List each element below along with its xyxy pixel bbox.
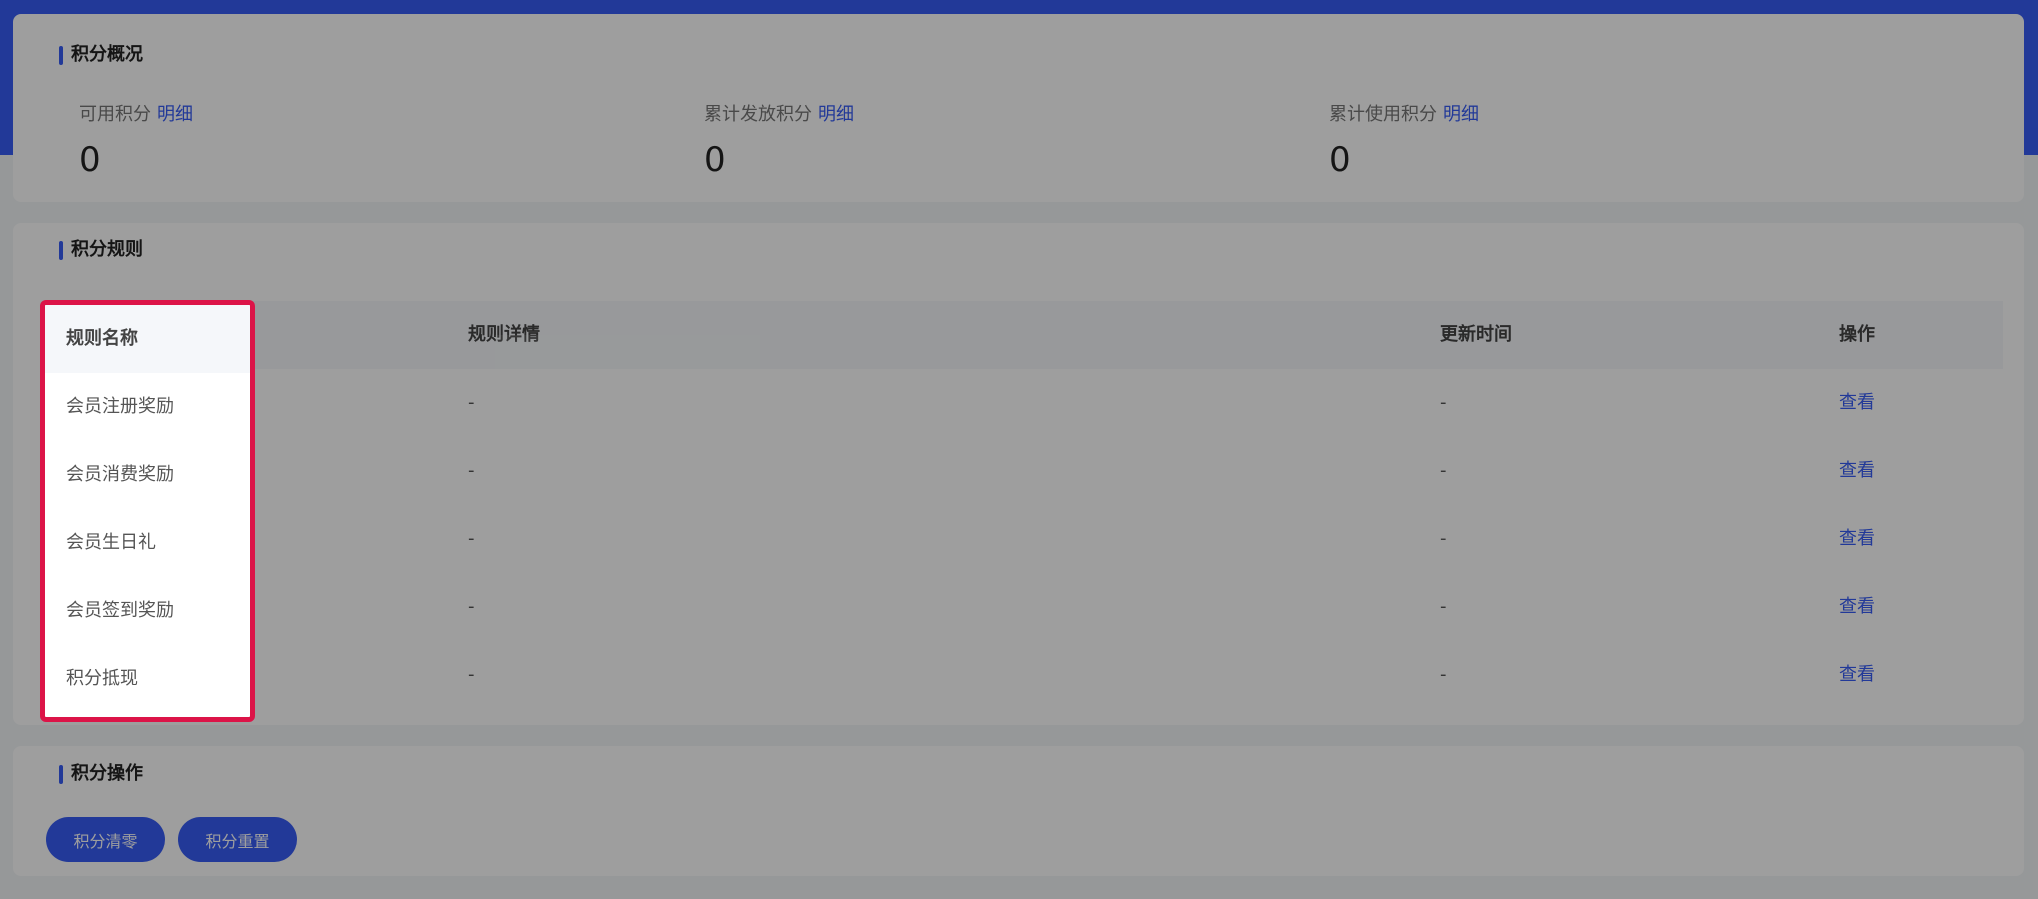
highlighted-row: 会员生日礼 (45, 509, 250, 577)
highlighted-row: 会员签到奖励 (45, 577, 250, 645)
column-header-rule-name: 规则名称 (45, 305, 250, 373)
highlighted-row: 会员注册奖励 (45, 373, 250, 441)
rule-name: 会员签到奖励 (66, 600, 174, 621)
highlighted-row: 会员消费奖励 (45, 441, 250, 509)
rule-name: 会员注册奖励 (66, 396, 174, 417)
rule-name: 积分抵现 (66, 668, 138, 689)
dim-overlay (0, 0, 2038, 899)
highlighted-rule-name-column: 规则名称 会员注册奖励 会员消费奖励 会员生日礼会员签到奖励 积分抵现 (40, 300, 255, 722)
rule-name: 会员消费奖励 (66, 464, 174, 485)
rule-name: 会员生日礼 (66, 532, 156, 553)
column-header: 规则名称 (66, 328, 138, 349)
highlighted-row: 积分抵现 (45, 645, 250, 713)
